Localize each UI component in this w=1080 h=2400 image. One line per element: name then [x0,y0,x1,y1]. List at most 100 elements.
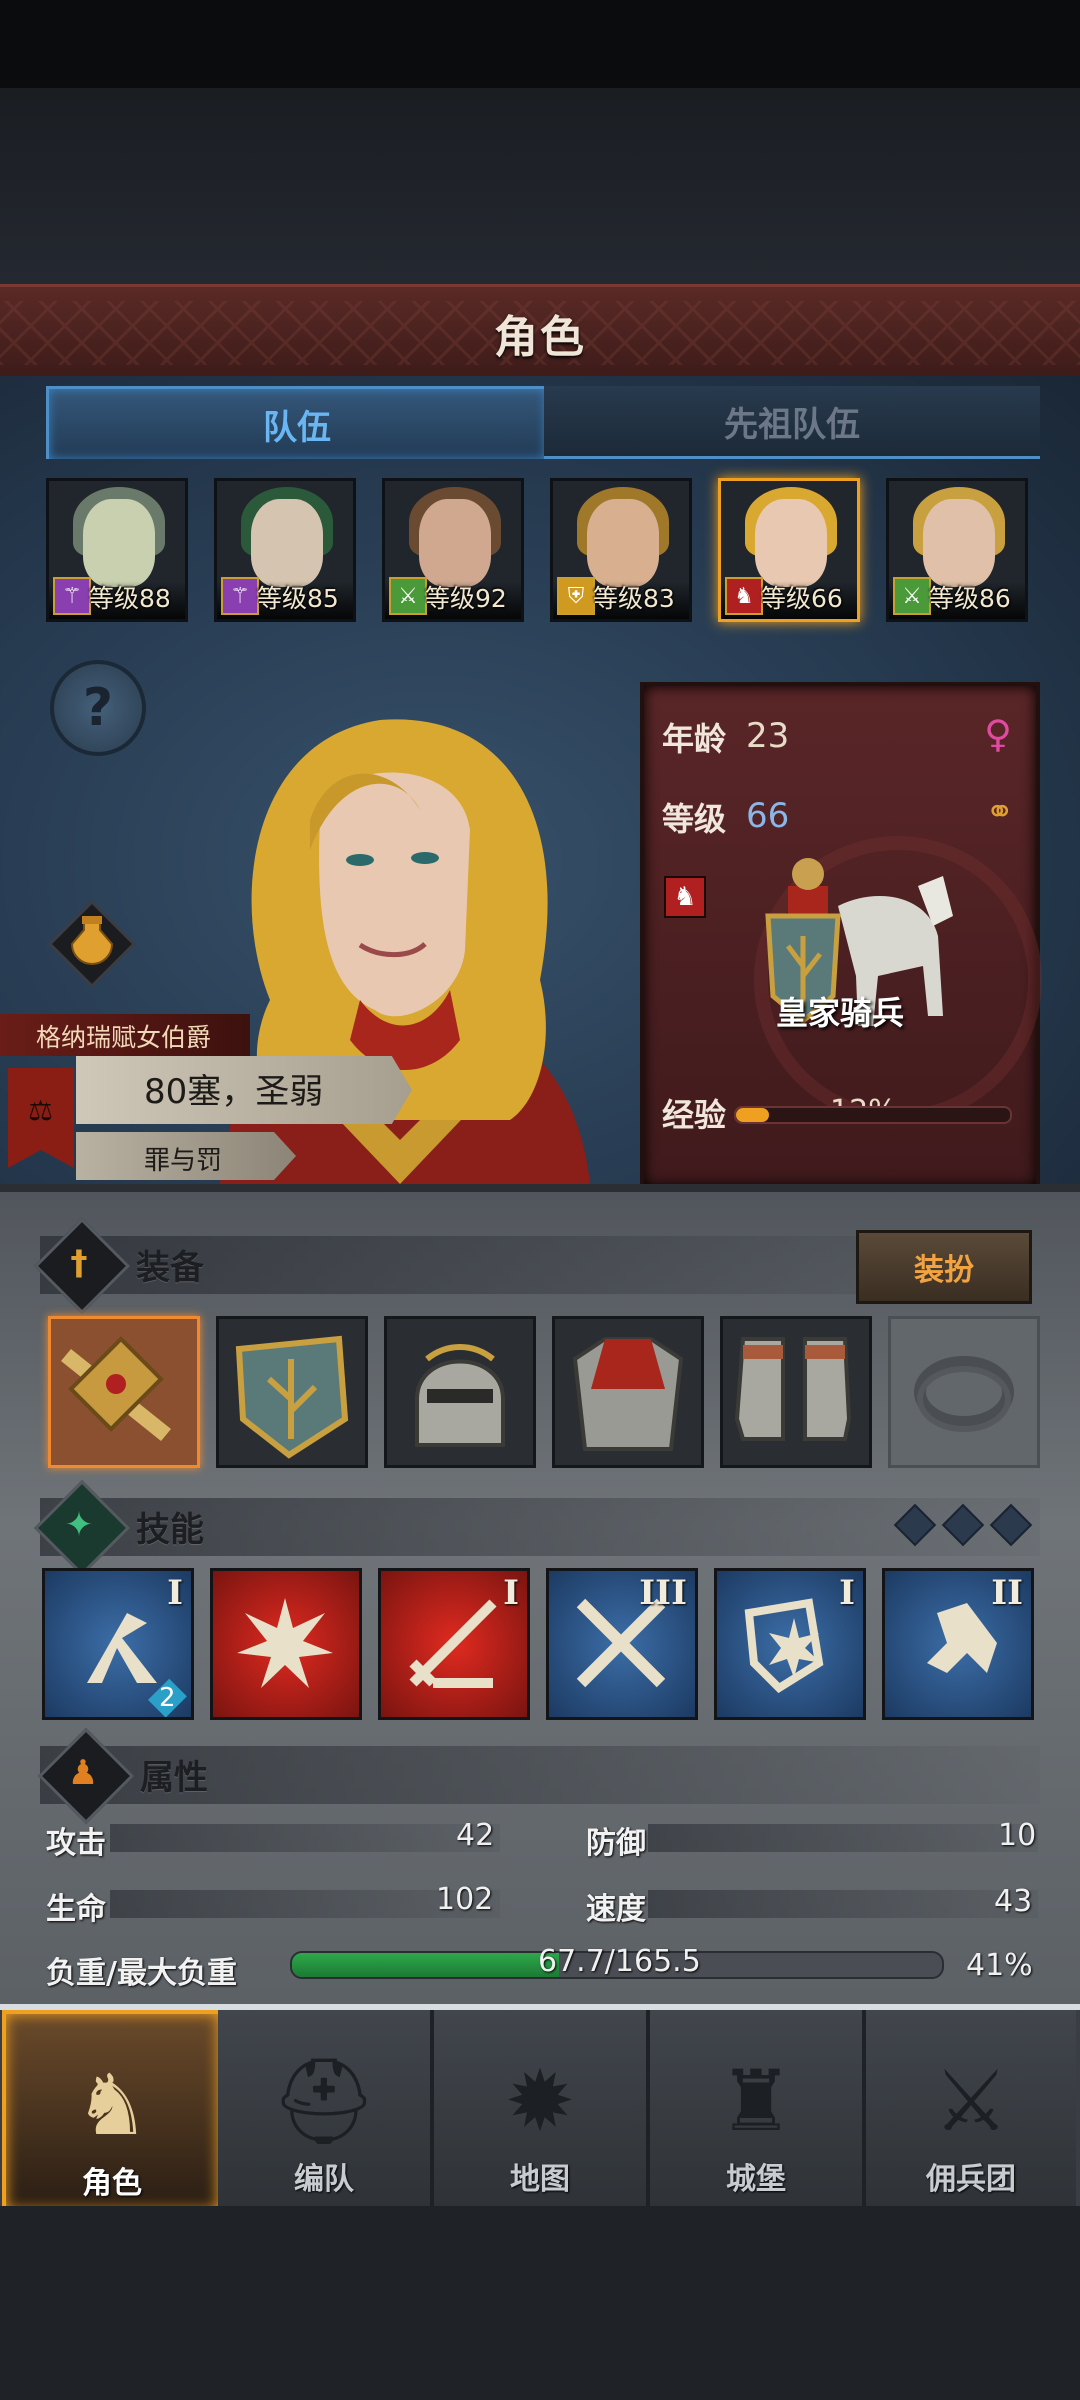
nav-label: 角色 [82,2166,142,2201]
hero-card[interactable]: ⚔ 等级86 [886,478,1028,622]
help-button[interactable]: ? [50,660,146,756]
boots-slot[interactable] [720,1316,872,1468]
skill-tier: II [991,1573,1023,1613]
hero-card[interactable]: ⚚ 等级85 [214,478,356,622]
page-title: 角色 [494,312,586,363]
load-value: 67.7/165.5 [538,1944,701,1979]
hero-level: 等级85 [257,584,339,613]
hero-card[interactable]: ⚔ 等级92 [382,478,524,622]
skill-slot[interactable] [210,1568,362,1720]
skill-slot[interactable]: I 2 [42,1568,194,1720]
nav-label: 城堡 [726,2162,786,2197]
age-label: 年龄 [662,720,727,758]
female-icon: ♀ [984,712,1012,756]
armor-icon [572,1337,684,1451]
sin-text: 罪与罚 [144,1146,223,1176]
knight-icon: ♞ [74,2056,150,2154]
stat-track [648,1824,1038,1852]
staff-icon: ⚚ [53,577,91,615]
shield-icon: ⛨ [557,577,595,615]
load-percent: 41% [966,1948,1033,1983]
equipment-title: 装备 [136,1248,204,1288]
shield-icon [235,1335,349,1459]
exp-bar-fill [736,1108,769,1122]
hero-portrait [587,499,659,587]
noble-title: 格纳瑞赋女伯爵 [36,1023,212,1052]
tab-team[interactable]: 队伍 [46,386,548,459]
skill-slot[interactable]: I [714,1568,866,1720]
star-icon: ✦ [64,1505,94,1545]
weapon-slot[interactable] [48,1316,200,1468]
question-icon: ? [82,678,114,738]
nav-formation[interactable]: ⛑ 编队 [218,2010,434,2206]
skills-title: 技能 [136,1510,204,1550]
helmet-icon [415,1344,505,1447]
load-bar-fill [292,1953,559,1977]
trait-text: 80塞，圣弱 [144,1072,324,1112]
level-value: 66 [746,796,790,836]
hero-card[interactable]: ⛨ 等级83 [550,478,692,622]
hero-portrait [419,499,491,587]
exp-bar [734,1106,1012,1124]
status-bar-area [0,0,1080,88]
nav-map[interactable]: ✹ 地图 [434,2010,650,2206]
lance-weapon-icon [61,1336,171,1441]
nav-castle[interactable]: ♜ 城堡 [650,2010,866,2206]
person-icon: ♟ [67,1753,99,1793]
skill-tier: I [167,1573,183,1613]
life-value: 102 [436,1882,494,1917]
level-label: 等级 [662,800,727,838]
cavalry-class-icon: ♞ [664,876,706,918]
tab-ancestor-team[interactable]: 先祖队伍 [544,386,1040,459]
helmet-slot[interactable] [384,1316,536,1468]
compass-icon: ✹ [504,2052,576,2150]
attack-label: 攻击 [46,1826,106,1861]
exp-label: 经验 [662,1096,727,1134]
nav-character[interactable]: ♞ 角色 [2,2010,222,2214]
speed-value: 43 [994,1884,1033,1919]
hero-card[interactable]: ⚚ 等级88 [46,478,188,622]
ring-slot[interactable] [888,1316,1040,1468]
hero-card[interactable]: ♞ 等级66 [718,478,860,622]
skill-tier: III [639,1573,687,1613]
load-label: 负重/最大负重 [46,1956,237,1991]
hero-portrait [251,499,323,587]
skill-slot[interactable]: I [378,1568,530,1720]
ring-icon: ⚭ [985,792,1015,832]
ring-icon [914,1356,1014,1432]
title-banner: 角色 [0,284,1080,382]
attack-value: 42 [456,1818,495,1853]
attributes-title: 属性 [140,1758,208,1798]
dress-up-button[interactable]: 装扮 [856,1230,1032,1304]
mercenary-icon: ⚔ [933,2052,1009,2150]
staff-icon: ⚚ [221,577,259,615]
stat-track [648,1890,1038,1918]
hero-portrait [83,499,155,587]
skill-tier: I [839,1573,855,1613]
hero-level: 等级66 [761,584,843,613]
potion-icon[interactable] [46,898,138,990]
speed-label: 速度 [586,1892,646,1927]
hero-level: 等级86 [929,584,1011,613]
hero-level: 等级92 [425,584,507,613]
hero-level: 等级88 [89,584,171,613]
top-dark-band [0,88,1080,284]
nav-label: 地图 [510,2162,570,2197]
skill-slot[interactable]: III [546,1568,698,1720]
life-label: 生命 [46,1892,106,1927]
class-name: 皇家骑兵 [775,994,904,1032]
shield-slot[interactable] [216,1316,368,1468]
horse-icon: ♞ [725,577,763,615]
crossed-swords-icon: ⚔ [389,577,427,615]
defense-label: 防御 [586,1826,646,1861]
skill-tier: I [503,1573,519,1613]
helmet-icon: ⛑ [270,2051,378,2150]
castle-icon: ♜ [718,2052,794,2150]
boots-icon [734,1337,852,1441]
shield-bash-icon [744,1598,824,1693]
nav-label: 编队 [294,2162,354,2197]
nav-mercenary[interactable]: ⚔ 佣兵团 [866,2010,1076,2206]
armor-slot[interactable] [552,1316,704,1468]
skill-slot[interactable]: II [882,1568,1034,1720]
defense-value: 10 [998,1818,1037,1853]
